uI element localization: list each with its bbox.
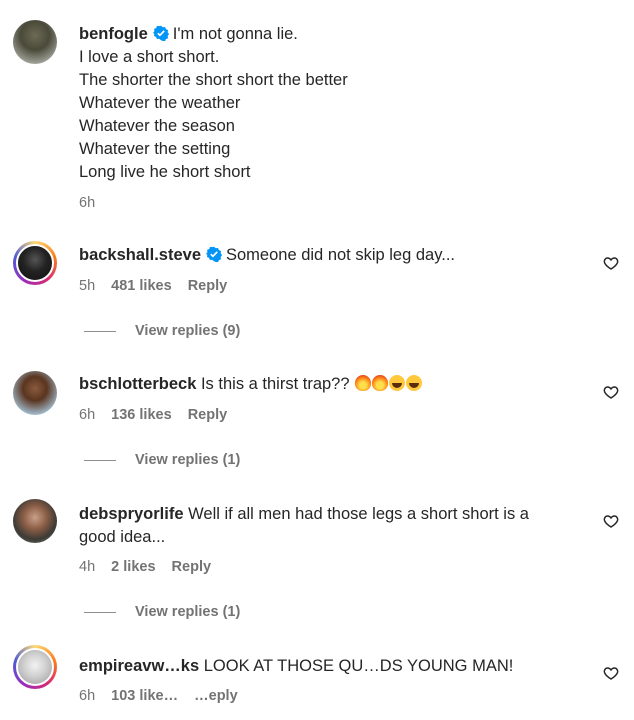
avatar-backshall-steve[interactable] xyxy=(13,241,57,285)
comment-meta: 6h 136 likes Reply xyxy=(79,407,239,423)
reply-button[interactable]: …eply xyxy=(194,688,238,704)
view-replies-button[interactable]: View replies (9) xyxy=(84,323,240,339)
comment-body: backshall.steve Someone did not skip leg … xyxy=(79,244,574,267)
replies-divider xyxy=(84,611,116,613)
avatar-bschlotterbeck[interactable] xyxy=(13,371,57,415)
comment-text: LOOK AT THOSE QU…DS YOUNG MAN! xyxy=(203,657,514,675)
avatar-debspryorlife[interactable] xyxy=(13,499,57,543)
view-replies-label: View replies (1) xyxy=(135,604,241,620)
comment-time[interactable]: 4h xyxy=(79,559,95,575)
comment-username[interactable]: backshall.steve xyxy=(79,246,201,264)
heart-outline-icon[interactable] xyxy=(603,665,619,681)
comment-meta: 4h 2 likes Reply xyxy=(79,559,223,575)
laughing-emoji-icon xyxy=(389,375,406,391)
like-count[interactable]: 481 likes xyxy=(111,278,171,294)
heart-outline-icon[interactable] xyxy=(603,384,619,400)
heart-outline-icon[interactable] xyxy=(603,255,619,271)
comment-username[interactable]: debspryorlife xyxy=(79,505,184,523)
comment-body: benfogle I'm not gonna lie. I love a shor… xyxy=(79,23,574,184)
replies-divider xyxy=(84,330,116,332)
view-replies-label: View replies (1) xyxy=(135,452,241,468)
comment-username[interactable]: empireavw xyxy=(79,657,164,675)
comment-username[interactable]: benfogle xyxy=(79,25,148,43)
replies-divider xyxy=(84,459,116,461)
reply-button[interactable]: Reply xyxy=(188,407,228,423)
comment-time[interactable]: 6h xyxy=(79,688,95,704)
comment-text-line: Whatever the setting xyxy=(79,140,231,158)
comment-body: bschlotterbeck Is this a thirst trap?? xyxy=(79,373,574,396)
like-count[interactable]: 2 likes xyxy=(111,559,155,575)
comment-text-line: I'm not gonna lie. xyxy=(172,25,298,43)
comment-meta: 5h 481 likes Reply xyxy=(79,278,239,294)
comment-username[interactable]: bschlotterbeck xyxy=(79,375,196,393)
heart-outline-icon[interactable] xyxy=(603,513,619,529)
fire-emoji-icon xyxy=(355,375,372,391)
fire-emoji-icon xyxy=(372,375,389,391)
comment-time[interactable]: 5h xyxy=(79,278,95,294)
avatar-benfogle[interactable] xyxy=(13,20,57,64)
comment-text-line: Whatever the weather xyxy=(79,94,241,112)
like-count[interactable]: 136 likes xyxy=(111,407,171,423)
comment-text-line: Well if all men had those legs a short s… xyxy=(188,505,529,523)
comment-text: Is this a thirst trap?? xyxy=(200,375,350,393)
view-replies-button[interactable]: View replies (1) xyxy=(84,604,240,620)
comment-username-partial: …ks xyxy=(164,657,200,675)
avatar-empireavw[interactable] xyxy=(13,645,57,689)
reply-button[interactable]: Reply xyxy=(188,278,228,294)
comment-text-line: The shorter the short short the better xyxy=(79,71,348,89)
like-count[interactable]: 103 like… xyxy=(111,688,178,704)
view-replies-button[interactable]: View replies (1) xyxy=(84,452,240,468)
comment-body: debspryorlife Well if all men had those … xyxy=(79,503,574,549)
comment-meta: 6h 103 like… …eply xyxy=(79,688,250,704)
comment-text: Someone did not skip leg day... xyxy=(226,246,456,264)
laughing-emoji-icon xyxy=(406,375,423,391)
comment-text-line: Long live he short short xyxy=(79,163,251,181)
comment-text-line: Whatever the season xyxy=(79,117,235,135)
comment-meta: 6h xyxy=(79,195,107,211)
verified-badge-icon xyxy=(152,25,169,41)
comment-text-line: good idea... xyxy=(79,528,166,546)
verified-badge-icon xyxy=(206,246,222,262)
comment-time[interactable]: 6h xyxy=(79,195,95,211)
comment-body: empireavw…ks LOOK AT THOSE QU…DS YOUNG M… xyxy=(79,655,574,678)
view-replies-label: View replies (9) xyxy=(135,323,241,339)
comment-time[interactable]: 6h xyxy=(79,407,95,423)
comment-text-line: I love a short short. xyxy=(79,48,220,66)
reply-button[interactable]: Reply xyxy=(172,559,212,575)
